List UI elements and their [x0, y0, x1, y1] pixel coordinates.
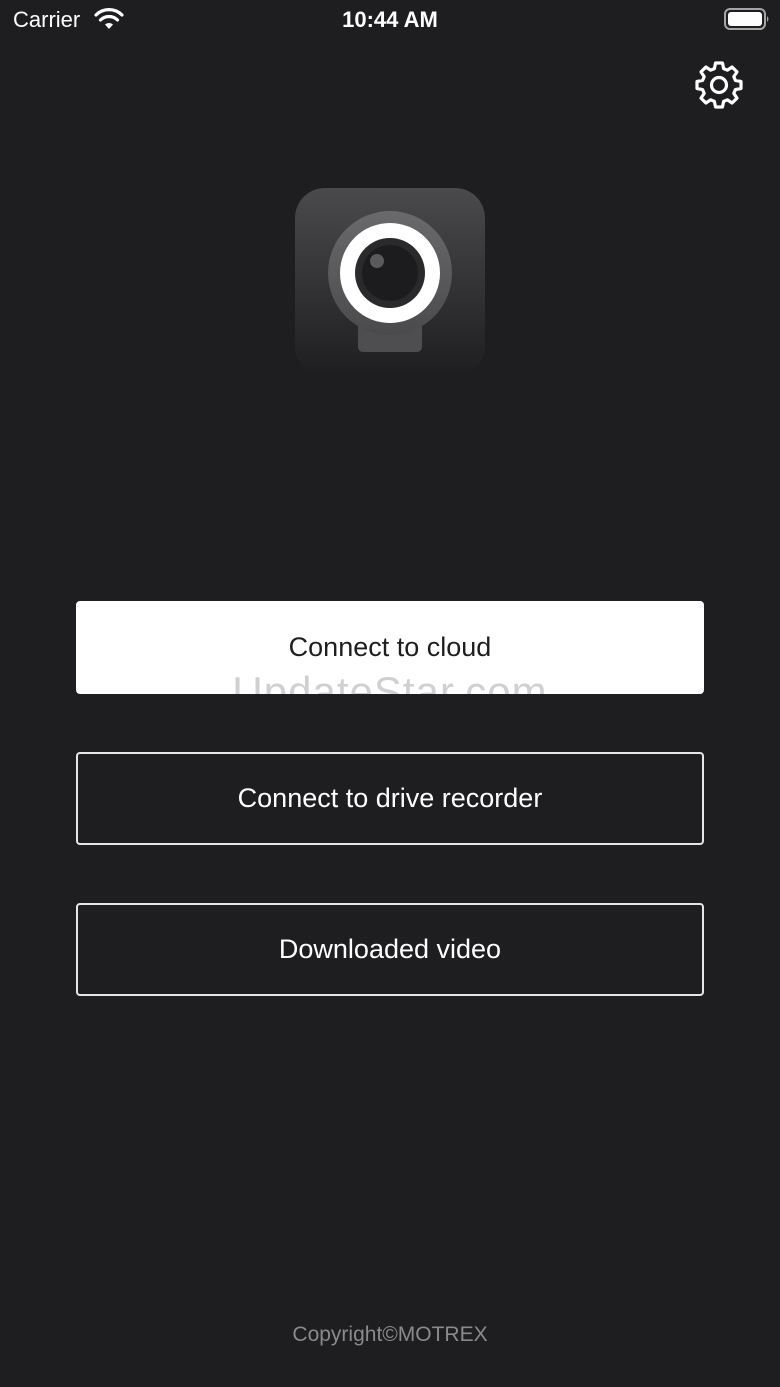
status-bar: Carrier 10:44 AM [0, 0, 780, 40]
clock: 10:44 AM [342, 7, 438, 32]
downloaded-video-label: Downloaded video [278, 934, 502, 964]
dashcam-logo-icon [295, 188, 485, 376]
connect-cloud-button[interactable]: Connect to cloud [76, 601, 704, 694]
connect-drive-recorder-button[interactable]: Connect to drive recorder [76, 752, 704, 845]
copyright-text: Copyright©MOTREX [292, 1323, 488, 1346]
gear-icon[interactable] [694, 59, 744, 109]
connect-cloud-label: Connect to cloud [288, 632, 492, 662]
downloaded-video-button[interactable]: Downloaded video [76, 903, 704, 996]
connect-drive-recorder-label: Connect to drive recorder [237, 783, 543, 813]
battery-icon [724, 8, 769, 30]
